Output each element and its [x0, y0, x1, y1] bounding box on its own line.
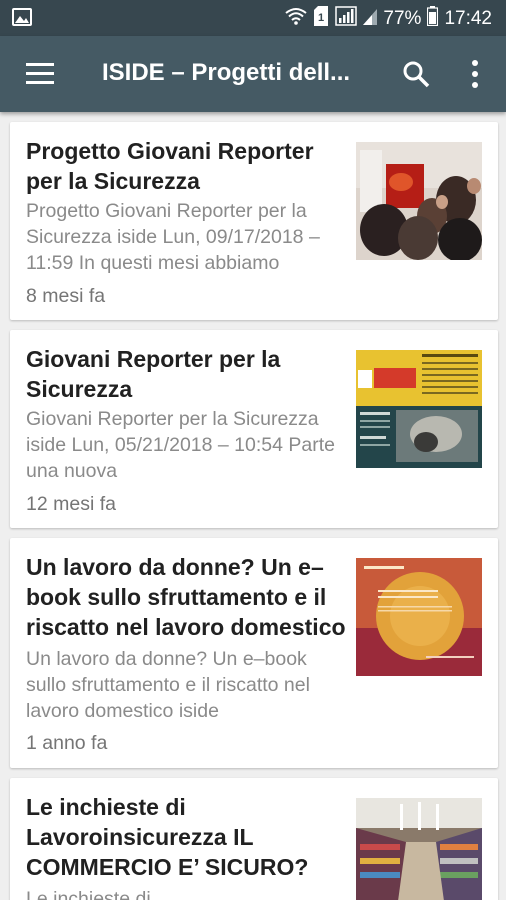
article-snippet: Un lavoro da donne? Un e–book sullo sfru… — [26, 648, 310, 722]
battery-percent: 77% — [383, 8, 422, 29]
app-bar: ISIDE – Progetti dell... — [0, 36, 506, 112]
signal-box-icon — [335, 6, 358, 32]
image-notification-icon — [12, 8, 32, 31]
clock: 17:42 — [444, 8, 492, 29]
page-title: ISIDE – Progetti dell... — [102, 59, 351, 86]
battery-icon — [427, 6, 439, 32]
article-title: Le inchieste di Lavoroinsicurezza IL COM… — [26, 794, 309, 880]
article-age: 1 anno fa — [26, 732, 108, 754]
article-card[interactable]: Le inchieste di Lavoroinsicurezza IL COM… — [10, 778, 498, 900]
menu-icon[interactable] — [26, 61, 54, 87]
svg-text:1: 1 — [318, 12, 324, 24]
article-card[interactable]: Progetto Giovani Reporter per la Sicurez… — [10, 122, 498, 320]
article-snippet: Le inchieste di — [26, 888, 151, 900]
article-thumbnail — [356, 558, 482, 676]
article-thumbnail — [356, 798, 482, 900]
article-thumbnail — [356, 142, 482, 260]
article-card[interactable]: Un lavoro da donne? Un e–book sullo sfru… — [10, 538, 498, 768]
wifi-icon — [285, 7, 308, 31]
article-snippet: Progetto Giovani Reporter per la Sicurez… — [26, 200, 320, 274]
sim-icon: 1 — [313, 6, 329, 32]
search-icon[interactable] — [402, 60, 430, 88]
more-vert-icon[interactable] — [466, 58, 484, 90]
article-snippet: Giovani Reporter per la Sicurezza iside … — [26, 408, 335, 482]
article-age: 8 mesi fa — [26, 285, 106, 307]
article-list: Progetto Giovani Reporter per la Sicurez… — [0, 112, 506, 900]
article-title: Giovani Reporter per la Sicurezza — [26, 346, 281, 402]
signal-icon — [363, 7, 378, 31]
article-title: Progetto Giovani Reporter per la Sicurez… — [26, 138, 314, 194]
article-age: 12 mesi fa — [26, 493, 116, 515]
article-thumbnail — [356, 350, 482, 468]
status-bar: 1 77% 17:42 — [0, 0, 506, 36]
article-card[interactable]: Giovani Reporter per la Sicurezza Giovan… — [10, 330, 498, 528]
article-title: Un lavoro da donne? Un e–book sullo sfru… — [26, 554, 346, 640]
